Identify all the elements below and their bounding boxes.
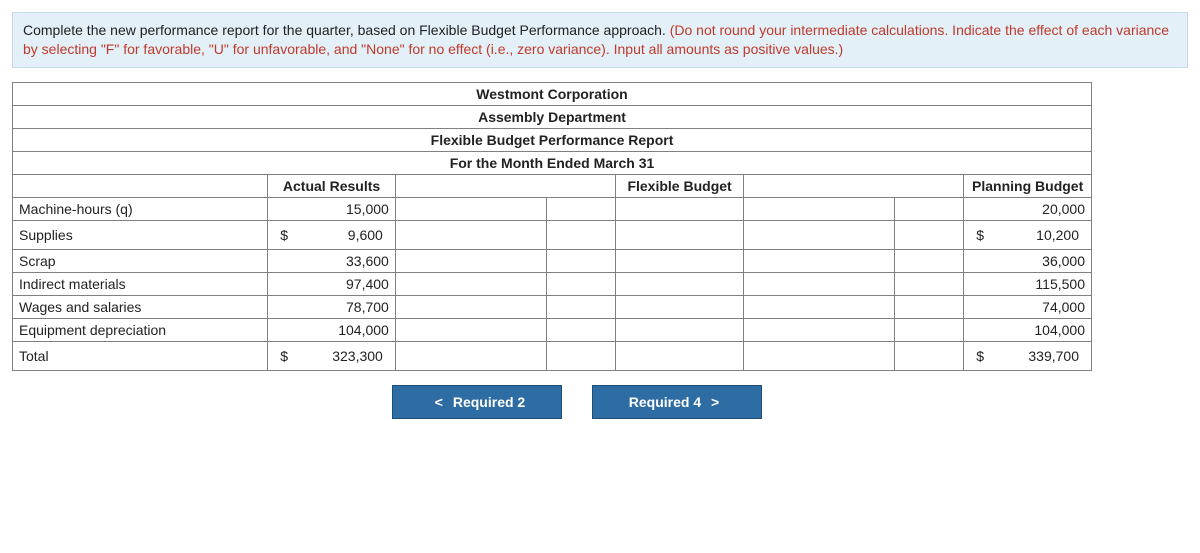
actvar-equipment[interactable] [743,318,894,341]
actvar-supplies[interactable] [743,220,894,249]
spfu-wages[interactable] [546,295,616,318]
dollar-sign-icon: $ [976,227,984,243]
label-scrap: Scrap [13,249,268,272]
actfu-scrap[interactable] [894,249,964,272]
label-machine-hours: Machine-hours (q) [13,197,268,220]
instructions-text-main: Complete the new performance report for … [23,22,670,38]
dollar-sign-icon: $ [280,227,288,243]
next-label: Required 4 [629,394,701,410]
spfu-supplies[interactable] [546,220,616,249]
prev-required-button[interactable]: < Required 2 [392,385,562,419]
row-machine-hours: Machine-hours (q) 15,000 20,000 [13,197,1092,220]
title-row-4: For the Month Ended March 31 [13,151,1092,174]
actvar-total[interactable] [743,341,894,370]
dollar-sign-icon: $ [280,348,288,364]
actual-indirect-materials: 97,400 [268,272,396,295]
spvar-indirect-materials[interactable] [395,272,546,295]
header-planning: Planning Budget [964,174,1092,197]
label-total: Total [13,341,268,370]
plan-wages: 74,000 [964,295,1092,318]
actual-total: $323,300 [268,341,396,370]
header-actual: Actual Results [268,174,396,197]
spvar-equipment[interactable] [395,318,546,341]
plan-scrap: 36,000 [964,249,1092,272]
actual-wages: 78,700 [268,295,396,318]
spvar-total[interactable] [395,341,546,370]
flex-equipment[interactable] [616,318,744,341]
actfu-indirect-materials[interactable] [894,272,964,295]
spfu-total[interactable] [546,341,616,370]
actvar-machine-hours[interactable] [743,197,894,220]
label-supplies: Supplies [13,220,268,249]
row-supplies: Supplies $9,600 $10,200 [13,220,1092,249]
header-blank [13,174,268,197]
actual-machine-hours: 15,000 [268,197,396,220]
spfu-scrap[interactable] [546,249,616,272]
label-equipment: Equipment depreciation [13,318,268,341]
dollar-sign-icon: $ [976,348,984,364]
flex-machine-hours[interactable] [616,197,744,220]
actfu-machine-hours[interactable] [894,197,964,220]
title-row-2: Assembly Department [13,105,1092,128]
actfu-supplies[interactable] [894,220,964,249]
title-row-3: Flexible Budget Performance Report [13,128,1092,151]
row-equipment: Equipment depreciation 104,000 104,000 [13,318,1092,341]
header-spending-variance[interactable] [395,174,615,197]
plan-supplies: $10,200 [964,220,1092,249]
spvar-machine-hours[interactable] [395,197,546,220]
actfu-wages[interactable] [894,295,964,318]
plan-machine-hours: 20,000 [964,197,1092,220]
label-wages: Wages and salaries [13,295,268,318]
spfu-machine-hours[interactable] [546,197,616,220]
header-activity-variance[interactable] [743,174,963,197]
actvar-indirect-materials[interactable] [743,272,894,295]
plan-indirect-materials: 115,500 [964,272,1092,295]
performance-report-table: Westmont Corporation Assembly Department… [12,82,1092,371]
prev-label: Required 2 [453,394,525,410]
flex-scrap[interactable] [616,249,744,272]
row-indirect-materials: Indirect materials 97,400 115,500 [13,272,1092,295]
next-required-button[interactable]: Required 4 > [592,385,762,419]
actvar-wages[interactable] [743,295,894,318]
spvar-wages[interactable] [395,295,546,318]
spvar-supplies[interactable] [395,220,546,249]
flex-indirect-materials[interactable] [616,272,744,295]
row-scrap: Scrap 33,600 36,000 [13,249,1092,272]
actfu-equipment[interactable] [894,318,964,341]
spfu-indirect-materials[interactable] [546,272,616,295]
header-flexible: Flexible Budget [616,174,744,197]
row-wages: Wages and salaries 78,700 74,000 [13,295,1092,318]
report-title-company: Westmont Corporation [13,82,1092,105]
report-title-name: Flexible Budget Performance Report [13,128,1092,151]
flex-wages[interactable] [616,295,744,318]
column-header-row: Actual Results Flexible Budget Planning … [13,174,1092,197]
report-title-dept: Assembly Department [13,105,1092,128]
flex-total[interactable] [616,341,744,370]
actvar-scrap[interactable] [743,249,894,272]
actual-equipment: 104,000 [268,318,396,341]
spvar-scrap[interactable] [395,249,546,272]
label-indirect-materials: Indirect materials [13,272,268,295]
row-total: Total $323,300 $339,700 [13,341,1092,370]
actual-supplies: $9,600 [268,220,396,249]
actual-scrap: 33,600 [268,249,396,272]
plan-total: $339,700 [964,341,1092,370]
chevron-left-icon: < [435,394,443,410]
title-row-1: Westmont Corporation [13,82,1092,105]
actfu-total[interactable] [894,341,964,370]
plan-equipment: 104,000 [964,318,1092,341]
instructions-banner: Complete the new performance report for … [12,12,1188,68]
spfu-equipment[interactable] [546,318,616,341]
report-title-period: For the Month Ended March 31 [13,151,1092,174]
nav-buttons: < Required 2 Required 4 > [392,385,1188,419]
chevron-right-icon: > [711,394,719,410]
flex-supplies[interactable] [616,220,744,249]
